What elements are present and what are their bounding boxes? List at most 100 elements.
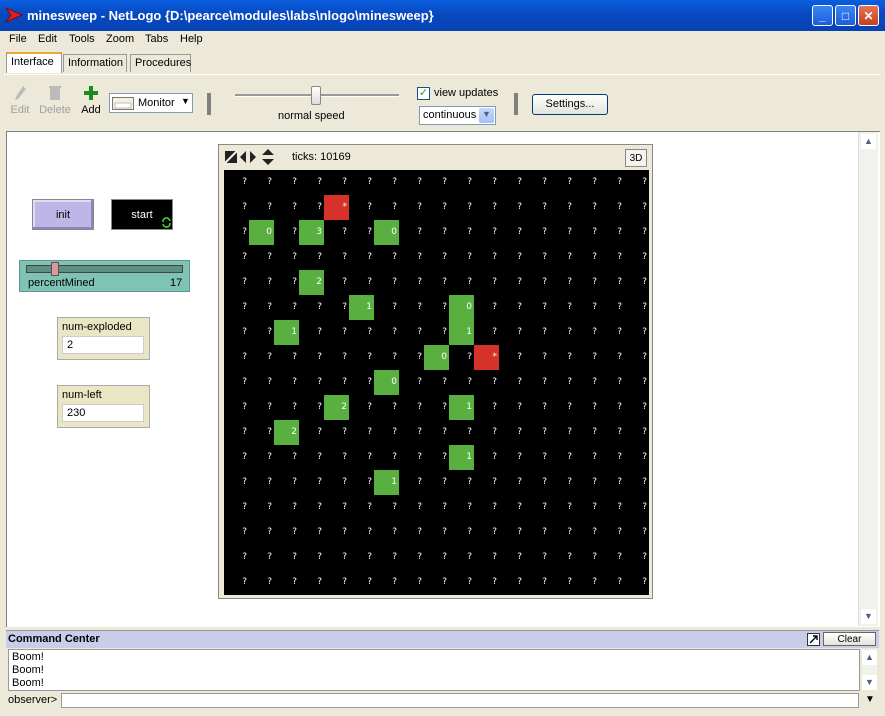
patch-cell[interactable]: ? (599, 170, 624, 195)
patch-cell[interactable]: ? (324, 370, 349, 395)
patch-cell[interactable]: ? (274, 445, 299, 470)
speed-slider-thumb[interactable] (311, 86, 321, 105)
patch-cell[interactable]: ? (224, 545, 249, 570)
patch-cell[interactable]: ? (374, 195, 399, 220)
patch-cell[interactable]: ? (599, 420, 624, 445)
patch-cell[interactable]: ? (599, 495, 624, 520)
patch-cell[interactable]: ? (549, 345, 574, 370)
patch-cell[interactable]: ? (624, 345, 649, 370)
patch-cell[interactable]: ? (449, 370, 474, 395)
patch-cell[interactable]: ? (599, 470, 624, 495)
patch-cell[interactable]: ? (349, 320, 374, 345)
patch-cell[interactable]: ? (274, 270, 299, 295)
patch-cell[interactable]: ? (324, 345, 349, 370)
patch-cell[interactable]: ? (574, 570, 599, 595)
patch-cell[interactable]: ? (549, 495, 574, 520)
patch-cell[interactable]: ? (574, 295, 599, 320)
patch-cell[interactable]: 1 (349, 295, 374, 320)
patch-cell[interactable]: ? (324, 570, 349, 595)
patch-cell[interactable]: 0 (249, 220, 274, 245)
patch-cell[interactable]: ? (324, 445, 349, 470)
patch-cell[interactable]: ? (324, 495, 349, 520)
patch-cell[interactable]: ? (249, 345, 274, 370)
start-button[interactable]: start (111, 199, 173, 230)
patch-cell[interactable]: ? (424, 170, 449, 195)
patch-cell[interactable]: ? (224, 195, 249, 220)
patch-cell[interactable]: * (324, 195, 349, 220)
patch-cell[interactable]: ? (324, 470, 349, 495)
patch-cell[interactable]: ? (299, 170, 324, 195)
patch-cell[interactable]: ? (324, 320, 349, 345)
patch-cell[interactable]: ? (224, 220, 249, 245)
patch-cell[interactable]: ? (474, 295, 499, 320)
patch-cell[interactable]: ? (474, 270, 499, 295)
patch-cell[interactable]: ? (624, 545, 649, 570)
patch-cell[interactable]: ? (574, 220, 599, 245)
patch-cell[interactable]: ? (224, 495, 249, 520)
widget-type-select[interactable]: Monitor ▼ (109, 93, 193, 113)
patch-cell[interactable]: ? (249, 420, 274, 445)
menu-edit[interactable]: Edit (38, 33, 57, 45)
patch-cell[interactable]: ? (424, 395, 449, 420)
patch-cell[interactable]: ? (599, 445, 624, 470)
patch-cell[interactable]: 0 (424, 345, 449, 370)
patch-cell[interactable]: 1 (449, 320, 474, 345)
horizontal-arrows-icon[interactable] (240, 151, 256, 163)
patch-cell[interactable]: ? (424, 495, 449, 520)
patch-cell[interactable]: ? (274, 345, 299, 370)
patch-cell[interactable]: ? (449, 520, 474, 545)
patch-cell[interactable]: ? (624, 195, 649, 220)
patch-cell[interactable]: ? (449, 195, 474, 220)
patch-cell[interactable]: ? (524, 370, 549, 395)
patch-cell[interactable]: ? (324, 420, 349, 445)
patch-cell[interactable]: ? (474, 545, 499, 570)
patch-cell[interactable]: ? (299, 570, 324, 595)
patch-cell[interactable]: ? (399, 470, 424, 495)
patch-cell[interactable]: ? (499, 170, 524, 195)
patch-cell[interactable]: ? (449, 545, 474, 570)
patch-cell[interactable]: ? (349, 195, 374, 220)
patch-cell[interactable]: ? (249, 395, 274, 420)
patch-cell[interactable]: ? (399, 370, 424, 395)
patch-cell[interactable]: ? (399, 545, 424, 570)
dropdown-button[interactable]: ▼ (479, 108, 494, 123)
patch-cell[interactable]: ? (349, 495, 374, 520)
patch-cell[interactable]: ? (599, 245, 624, 270)
patch-cell[interactable]: ? (399, 495, 424, 520)
patch-cell[interactable]: ? (224, 520, 249, 545)
patch-cell[interactable]: ? (524, 295, 549, 320)
patch-cell[interactable]: ? (299, 245, 324, 270)
view-updates-checkbox[interactable]: ✓ (417, 87, 430, 100)
patch-cell[interactable]: ? (374, 395, 399, 420)
patch-cell[interactable]: ? (224, 445, 249, 470)
patch-cell[interactable]: ? (249, 520, 274, 545)
patch-cell[interactable]: ? (499, 345, 524, 370)
patch-cell[interactable]: ? (274, 220, 299, 245)
menu-tabs[interactable]: Tabs (145, 33, 168, 45)
patch-cell[interactable]: ? (249, 320, 274, 345)
patch-cell[interactable]: ? (274, 295, 299, 320)
patch-cell[interactable]: ? (499, 295, 524, 320)
patch-cell[interactable]: ? (574, 345, 599, 370)
patch-cell[interactable]: ? (624, 170, 649, 195)
init-button[interactable]: init (32, 199, 94, 230)
patch-cell[interactable]: ? (549, 545, 574, 570)
patch-cell[interactable]: ? (224, 345, 249, 370)
patch-cell[interactable]: ? (574, 420, 599, 445)
patch-cell[interactable]: ? (549, 195, 574, 220)
patch-cell[interactable]: ? (574, 270, 599, 295)
patch-cell[interactable]: ? (424, 295, 449, 320)
patch-cell[interactable]: ? (424, 370, 449, 395)
patch-cell[interactable]: ? (349, 345, 374, 370)
patch-cell[interactable]: ? (374, 495, 399, 520)
observer-prompt[interactable]: observer> (8, 694, 57, 706)
patch-cell[interactable]: ? (474, 320, 499, 345)
patch-cell[interactable]: ? (574, 245, 599, 270)
patch-cell[interactable]: ? (349, 420, 374, 445)
patch-cell[interactable]: ? (274, 570, 299, 595)
patch-cell[interactable]: ? (299, 195, 324, 220)
patch-cell[interactable]: ? (474, 445, 499, 470)
patch-cell[interactable]: ? (449, 220, 474, 245)
patch-cell[interactable]: ? (524, 220, 549, 245)
patch-cell[interactable]: 1 (374, 470, 399, 495)
